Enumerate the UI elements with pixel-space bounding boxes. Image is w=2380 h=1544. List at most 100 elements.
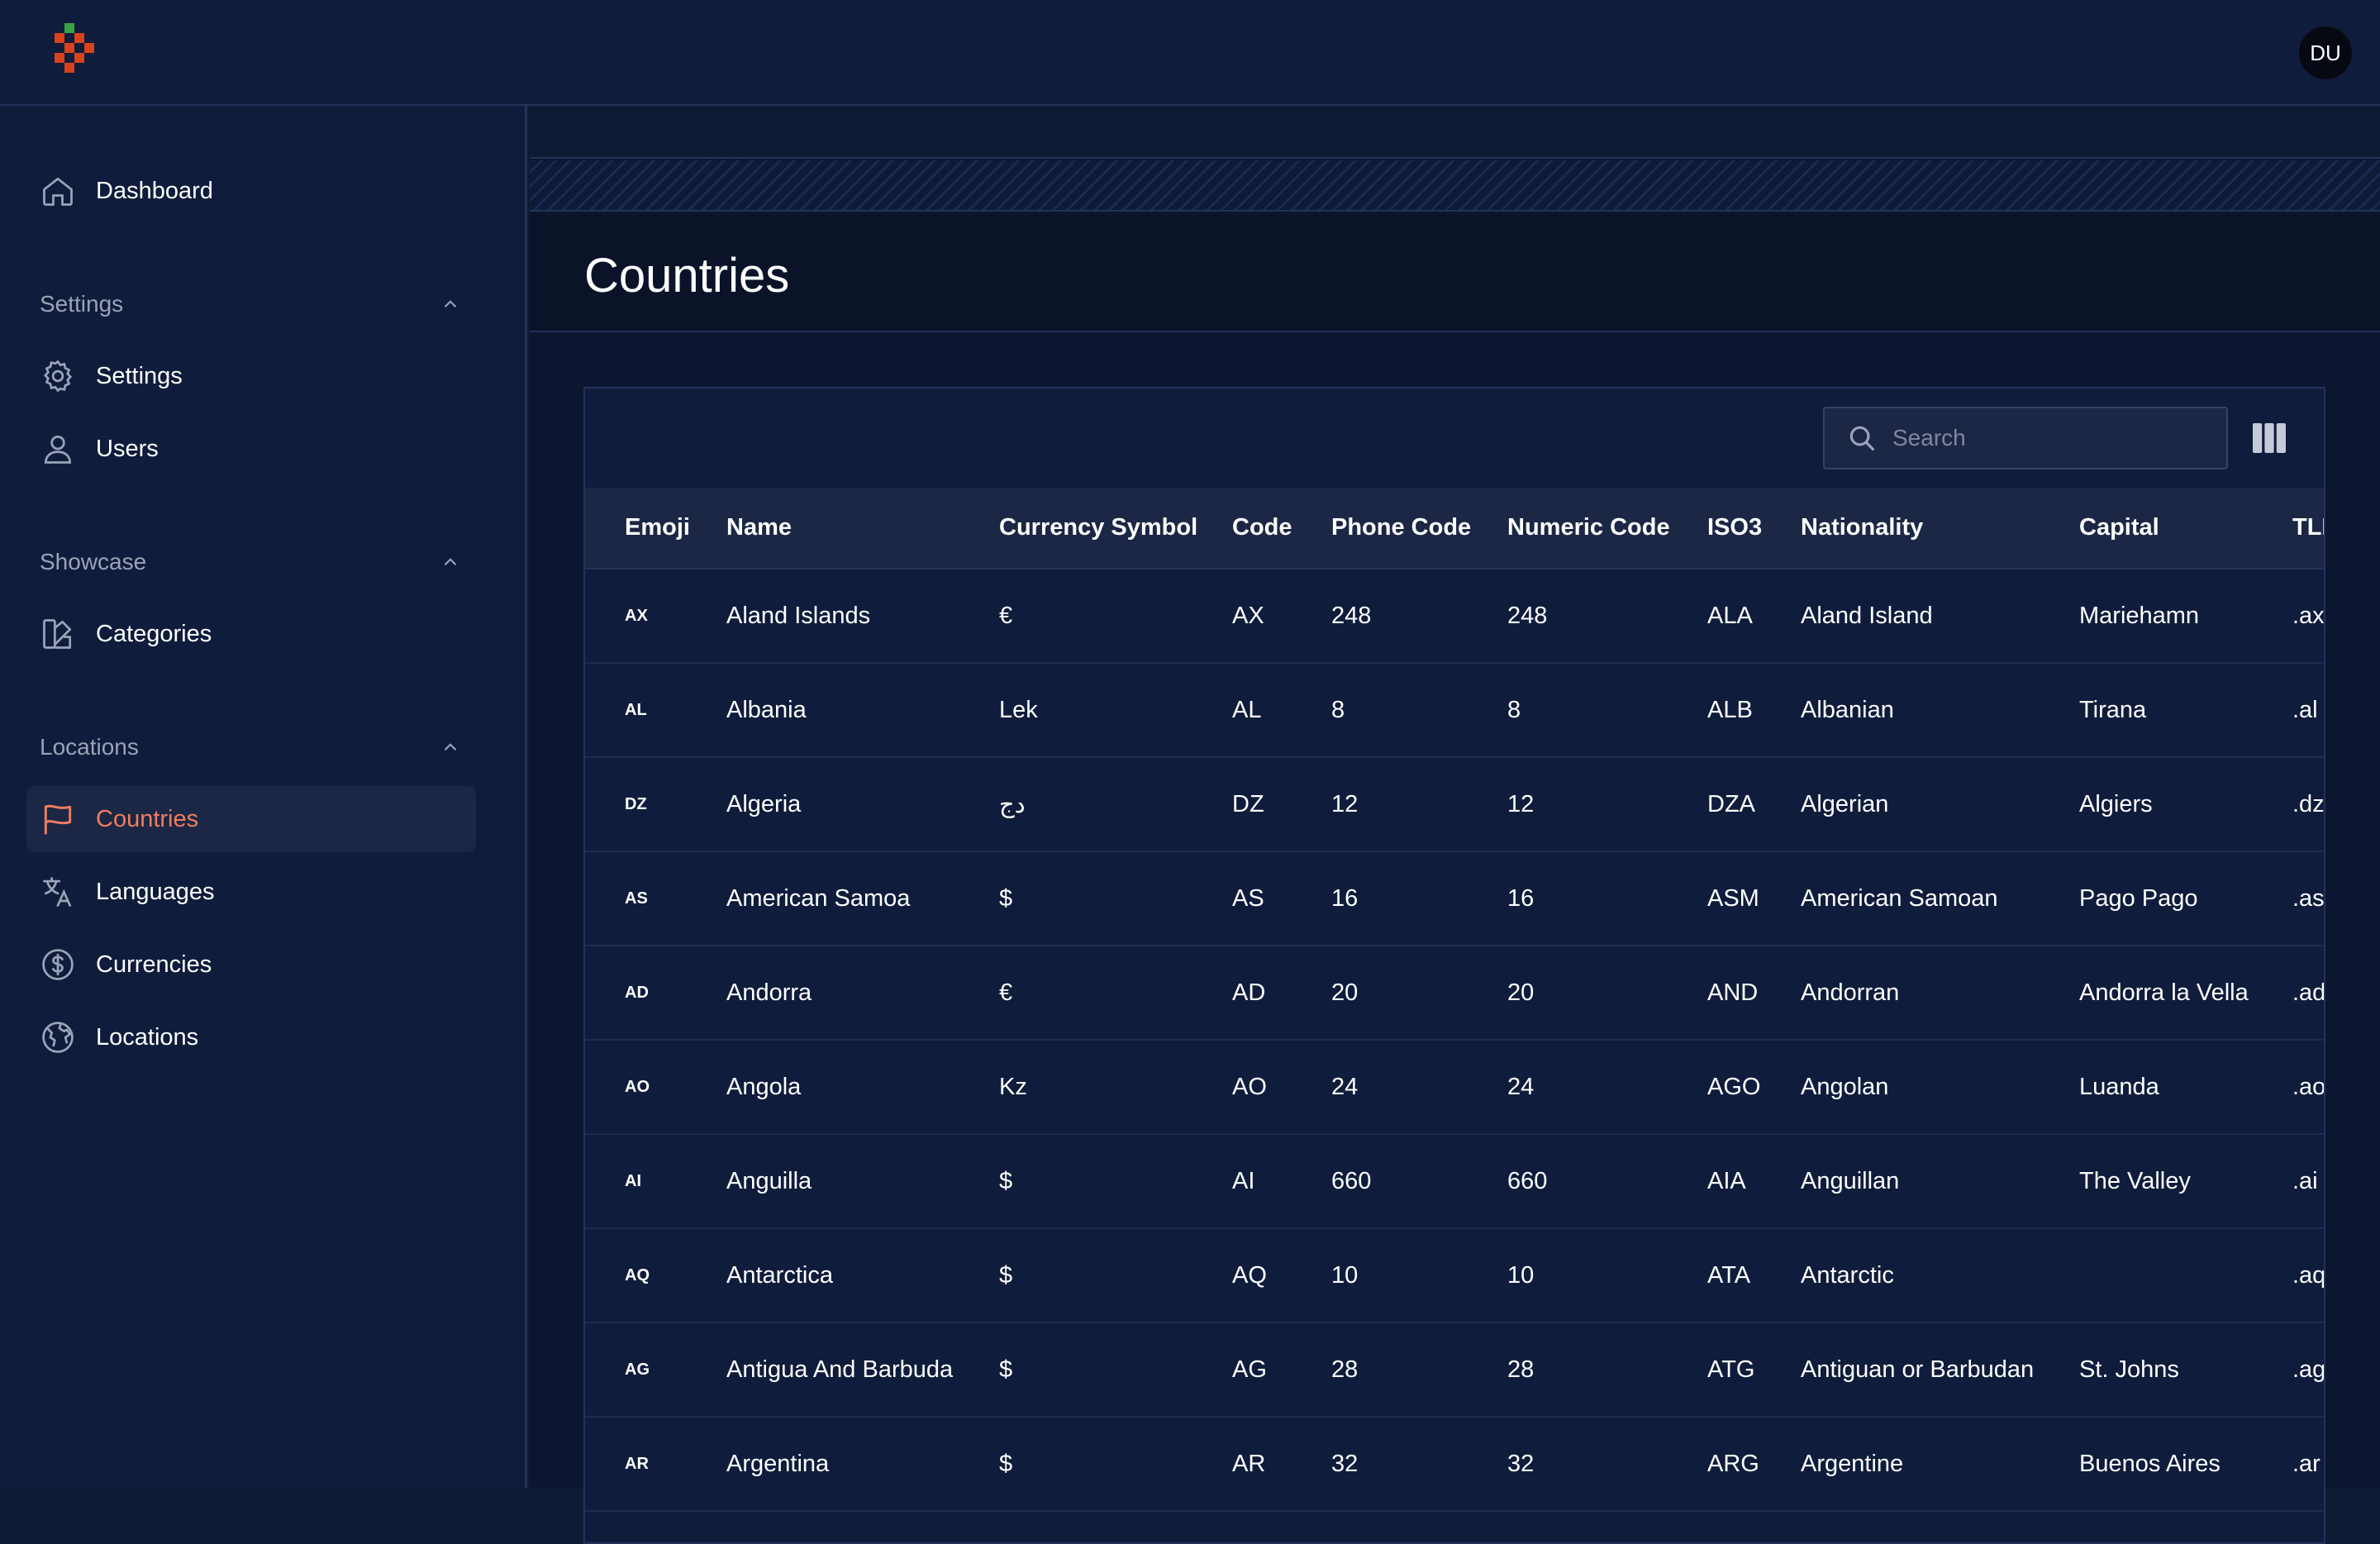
section-locations-header[interactable]: Locations [40, 727, 461, 768]
table-cell: AL [625, 700, 647, 719]
table-cell: AO [1232, 1073, 1267, 1100]
search-box[interactable] [1823, 407, 2228, 469]
column-header[interactable]: Phone Code [1330, 488, 1507, 569]
table-cell: 660 [1331, 1167, 1372, 1194]
table-cell: Argentina [726, 1450, 830, 1477]
table-cell: Anguillan [1801, 1167, 1900, 1194]
table-row[interactable]: AO Angola Kz AO 24 24 AGO Angolan Luanda .ao [585, 1040, 2324, 1134]
chevron-up-icon [444, 300, 457, 308]
section-title: Locations [40, 734, 139, 760]
top-bar: DU [0, 0, 2380, 106]
sidebar-item-settings[interactable]: Settings [26, 343, 476, 409]
sidebar-item-languages[interactable]: Languages [26, 859, 476, 925]
sidebar-item-locations[interactable]: Locations [26, 1004, 476, 1070]
table-cell: AIA [1707, 1167, 1746, 1194]
table-cell: St. Johns [2079, 1356, 2179, 1383]
table-cell: .ar [2292, 1450, 2320, 1477]
sidebar-item-currencies[interactable]: Currencies [26, 932, 476, 998]
dollar-circle-icon [40, 946, 76, 983]
table-cell: AX [625, 606, 648, 625]
table-cell: 24 [1331, 1073, 1359, 1100]
sidebar-item-dashboard[interactable]: Dashboard [26, 158, 476, 224]
table-cell: ASM [1707, 884, 1759, 912]
main-content: Countries Emoji Na [530, 107, 2380, 1544]
table-row[interactable]: AX Aland Islands € AX 248 248 ALA Aland Island M… [585, 569, 2324, 663]
column-header[interactable]: Nationality [1800, 488, 2078, 569]
sidebar-item-label: Languages [96, 878, 215, 905]
table-cell: Tirana [2079, 696, 2147, 723]
table-cell: Aland Island [1801, 602, 1933, 629]
countries-table: Emoji Name Currency Symbol Code Phone Co… [585, 488, 2325, 1512]
column-header[interactable]: Code [1231, 488, 1330, 569]
table-cell: Argentine [1801, 1450, 1904, 1477]
table-cell: ALB [1707, 696, 1753, 723]
table-cell: AGO [1707, 1073, 1761, 1100]
column-header[interactable]: Numeric Code [1507, 488, 1706, 569]
table-body: AX Aland Islands € AX 248 248 ALA Aland Island M… [585, 569, 2325, 1511]
sidebar-item-label: Dashboard [96, 177, 213, 204]
table-cell: 16 [1507, 884, 1535, 912]
column-header[interactable]: Capital [2078, 488, 2292, 569]
table-cell: $ [999, 1450, 1013, 1477]
table-cell: $ [999, 1356, 1013, 1383]
table-cell: ATG [1707, 1356, 1755, 1383]
user-icon [40, 431, 76, 467]
table-cell: $ [999, 1261, 1013, 1289]
section-settings-header[interactable]: Settings [40, 284, 461, 325]
user-avatar[interactable]: DU [2299, 26, 2352, 79]
sidebar-item-countries[interactable]: Countries [26, 786, 476, 852]
flag-icon [40, 801, 76, 837]
column-header[interactable]: ISO3 [1706, 488, 1800, 569]
sidebar-item-categories[interactable]: Categories [26, 601, 476, 667]
table-cell: Kz [999, 1073, 1027, 1100]
table-cell: Lek [999, 696, 1038, 723]
sidebar: Dashboard Settings Settings Users Showca… [0, 106, 527, 1488]
column-header[interactable]: Emoji [585, 488, 726, 569]
sidebar-item-label: Categories [96, 620, 212, 647]
table-cell: Albania [726, 696, 807, 723]
table-cell: AS [1232, 884, 1264, 912]
table-row[interactable]: AG Antigua And Barbuda $ AG 28 28 ATG Antiguan … [585, 1322, 2324, 1417]
table-row[interactable]: AL Albania Lek AL 8 8 ALB Albanian Tirana .al [585, 663, 2324, 757]
table-cell: DZ [1232, 790, 1264, 817]
top-band [530, 107, 2380, 159]
table-cell: Algerian [1801, 790, 1889, 817]
table-cell: DZA [1707, 790, 1755, 817]
table-row[interactable]: AD Andorra € AD 20 20 AND Andorran Andorra la Ve… [585, 946, 2324, 1040]
table-cell: .as [2292, 884, 2325, 912]
column-header[interactable]: Currency Symbol [998, 488, 1231, 569]
table-toolbar [585, 388, 2324, 488]
table-cell: American Samoan [1801, 884, 1998, 912]
search-input[interactable] [1891, 424, 2205, 452]
table-row[interactable]: AR Argentina $ AR 32 32 ARG Argentine Buenos Air… [585, 1417, 2324, 1511]
globe-icon [40, 1019, 76, 1056]
chevron-up-icon [444, 558, 457, 566]
table-row[interactable]: AS American Samoa $ AS 16 16 ASM American Samoa… [585, 851, 2325, 946]
table-row[interactable]: AI Anguilla $ AI 660 660 AIA Anguillan The Valle… [585, 1134, 2324, 1228]
sidebar-item-label: Countries [96, 805, 199, 832]
table-cell: ALA [1707, 602, 1753, 629]
home-icon [40, 173, 76, 209]
column-header[interactable]: Name [726, 488, 998, 569]
sidebar-item-users[interactable]: Users [26, 416, 476, 482]
table-row[interactable]: DZ Algeria دج DZ 12 12 DZA Algerian Algiers .dz [585, 757, 2324, 851]
sidebar-item-label: Locations [96, 1023, 199, 1051]
table-cell: 20 [1507, 979, 1535, 1006]
table-cell: € [999, 602, 1013, 629]
columns-toggle-icon[interactable] [2253, 423, 2286, 453]
sidebar-item-label: Settings [96, 362, 183, 389]
app-logo-icon[interactable] [55, 23, 104, 83]
table-cell: Angola [726, 1073, 802, 1100]
table-cell: Andorra la Vella [2079, 979, 2249, 1006]
table-cell: AX [1232, 602, 1264, 629]
table-row[interactable]: AQ Antarctica $ AQ 10 10 ATA Antarctic .aq [585, 1228, 2324, 1322]
section-title: Settings [40, 291, 124, 317]
table-cell: 12 [1507, 790, 1535, 817]
table-cell: 8 [1331, 696, 1345, 723]
table-cell: $ [999, 1167, 1013, 1194]
section-showcase-header[interactable]: Showcase [40, 541, 461, 583]
table-cell: AG [1232, 1356, 1267, 1383]
chevron-up-icon [444, 743, 457, 751]
column-header[interactable]: TLD [2292, 488, 2324, 569]
table-cell: Antiguan or Barbudan [1801, 1356, 2035, 1383]
